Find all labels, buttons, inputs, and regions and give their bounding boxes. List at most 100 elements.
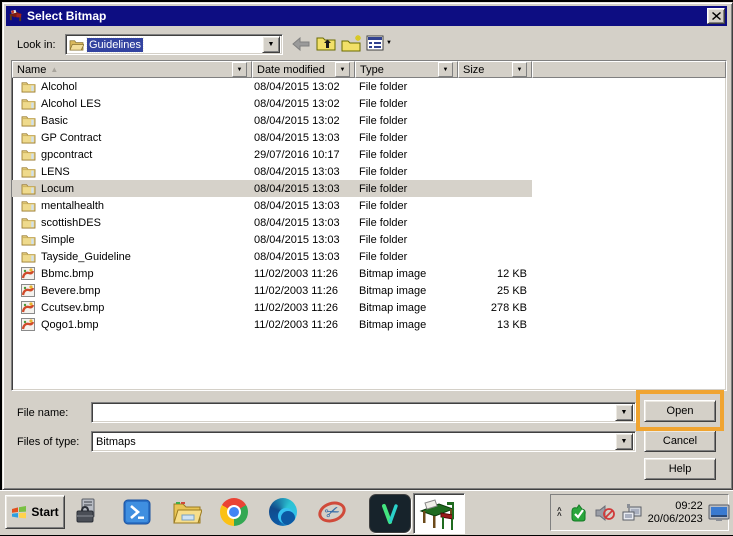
select-bitmap-dialog: Select Bitmap Look in: Guidelines ▼ [2, 2, 733, 490]
admin-tools-icon[interactable] [73, 497, 103, 527]
chevron-down-icon[interactable]: ▼ [615, 433, 633, 450]
open-button-highlight [636, 390, 724, 431]
cancel-button[interactable]: Cancel [644, 430, 716, 452]
file-row[interactable]: Alcohol 08/04/2015 13:02 File folder [12, 78, 726, 95]
file-type: File folder [355, 166, 458, 178]
file-date: 08/04/2015 13:03 [252, 166, 355, 178]
files-of-type-dropdown[interactable]: Bitmaps ▼ [91, 431, 636, 452]
column-header-name[interactable]: Name ▲ ▼ [12, 61, 252, 78]
list-header: Name ▲ ▼ Date modified ▼ Type ▼ Size ▼ [12, 61, 726, 78]
display-icon[interactable] [708, 503, 730, 523]
file-row[interactable]: Tayside_Guideline 08/04/2015 13:03 File … [12, 248, 726, 265]
file-row[interactable]: LENS 08/04/2015 13:03 File folder [12, 163, 726, 180]
folder-icon [21, 131, 36, 144]
app-icon [8, 9, 23, 23]
files-of-type-label: Files of type: [17, 436, 79, 448]
file-explorer-icon[interactable] [172, 497, 202, 527]
file-row[interactable]: Basic 08/04/2015 13:02 File folder [12, 112, 726, 129]
file-row[interactable]: Alcohol LES 08/04/2015 13:02 File folder [12, 95, 726, 112]
file-date: 11/02/2003 11:26 [252, 285, 355, 297]
file-size: 13 KB [458, 319, 532, 331]
speaker-muted-icon[interactable] [594, 503, 616, 523]
file-type: File folder [355, 98, 458, 110]
new-folder-icon[interactable] [340, 33, 364, 53]
chrome-icon[interactable] [219, 497, 249, 527]
folder-icon [21, 148, 36, 161]
chevron-down-icon[interactable]: ▼ [262, 36, 280, 53]
column-header-size[interactable]: Size ▼ [458, 61, 532, 78]
file-row[interactable]: mentalhealth 08/04/2015 13:03 File folde… [12, 197, 726, 214]
type-filter-icon[interactable]: ▼ [438, 62, 453, 77]
up-one-level-icon[interactable] [315, 33, 337, 53]
vision-v-icon[interactable] [369, 494, 411, 533]
name-filter-icon[interactable]: ▼ [232, 62, 247, 77]
file-name: Tayside_Guideline [41, 251, 131, 263]
window-title: Select Bitmap [27, 9, 106, 23]
file-row[interactable]: scottishDES 08/04/2015 13:03 File folder [12, 214, 726, 231]
bitmap-file-icon [21, 301, 36, 314]
sort-ascending-icon: ▲ [50, 65, 58, 74]
file-name: LENS [41, 166, 70, 178]
start-button[interactable]: Start [5, 495, 65, 529]
look-in-dropdown[interactable]: Guidelines ▼ [65, 34, 283, 55]
file-type: File folder [355, 217, 458, 229]
file-row[interactable]: Ccutsev.bmp 11/02/2003 11:26 Bitmap imag… [12, 299, 726, 316]
file-row[interactable]: Qogo1.bmp 11/02/2003 11:26 Bitmap image … [12, 316, 726, 333]
column-header-type[interactable]: Type ▼ [355, 61, 458, 78]
view-menu-icon[interactable]: ▼ [365, 34, 393, 52]
folder-icon [21, 216, 36, 229]
file-name: Bbmc.bmp [41, 268, 94, 280]
file-date: 08/04/2015 13:02 [252, 98, 355, 110]
file-name: scottishDES [41, 217, 101, 229]
file-name: Qogo1.bmp [41, 319, 98, 331]
column-header-filler [532, 61, 726, 78]
folder-icon [21, 233, 36, 246]
snipping-tool-icon[interactable]: ✂ [316, 497, 346, 527]
close-icon[interactable] [707, 8, 725, 24]
file-name-label: File name: [17, 407, 68, 419]
file-size: 278 KB [458, 302, 532, 314]
title-bar: Select Bitmap [6, 6, 727, 26]
look-in-label: Look in: [17, 39, 56, 51]
folder-icon [21, 97, 36, 110]
file-row[interactable]: Simple 08/04/2015 13:03 File folder [12, 231, 726, 248]
file-name: Alcohol [41, 81, 77, 93]
file-row[interactable]: gpcontract 29/07/2016 10:17 File folder [12, 146, 726, 163]
edge-icon[interactable] [268, 497, 298, 527]
bitmap-file-icon [21, 318, 36, 331]
file-type: File folder [355, 251, 458, 263]
file-name: Alcohol LES [41, 98, 101, 110]
file-date: 08/04/2015 13:03 [252, 217, 355, 229]
column-header-date[interactable]: Date modified ▼ [252, 61, 355, 78]
file-type: File folder [355, 115, 458, 127]
file-name: Basic [41, 115, 68, 127]
file-row[interactable]: Bevere.bmp 11/02/2003 11:26 Bitmap image… [12, 282, 726, 299]
file-name: Ccutsev.bmp [41, 302, 104, 314]
file-type: File folder [355, 149, 458, 161]
bitmap-file-icon [21, 284, 36, 297]
file-date: 08/04/2015 13:02 [252, 81, 355, 93]
file-name: Locum [41, 183, 74, 195]
file-name: Bevere.bmp [41, 285, 100, 297]
back-arrow-icon[interactable] [291, 36, 311, 52]
help-button[interactable]: Help [644, 458, 716, 480]
network-icon[interactable] [621, 503, 643, 523]
powershell-icon[interactable] [122, 497, 152, 527]
file-type: Bitmap image [355, 302, 458, 314]
file-name-input[interactable]: ▼ [91, 402, 636, 423]
size-filter-icon[interactable]: ▼ [512, 62, 527, 77]
file-row[interactable]: GP Contract 08/04/2015 13:03 File folder [12, 129, 726, 146]
file-row[interactable]: Bbmc.bmp 11/02/2003 11:26 Bitmap image 1… [12, 265, 726, 282]
file-date: 08/04/2015 13:03 [252, 132, 355, 144]
date-filter-icon[interactable]: ▼ [335, 62, 350, 77]
clock-time: 09:22 [675, 500, 703, 512]
tray-clock[interactable]: 09:22 20/06/2023 [648, 500, 703, 526]
file-date: 29/07/2016 10:17 [252, 149, 355, 161]
chevron-down-icon[interactable]: ▼ [615, 404, 633, 421]
file-row[interactable]: Locum 08/04/2015 13:03 File folder [12, 180, 726, 197]
backup-check-icon[interactable] [569, 503, 589, 523]
table-chair-app-icon[interactable] [413, 493, 465, 534]
collapse-chevron-icon[interactable]: ^^ [557, 508, 562, 518]
folder-icon [21, 182, 36, 195]
file-type: Bitmap image [355, 285, 458, 297]
